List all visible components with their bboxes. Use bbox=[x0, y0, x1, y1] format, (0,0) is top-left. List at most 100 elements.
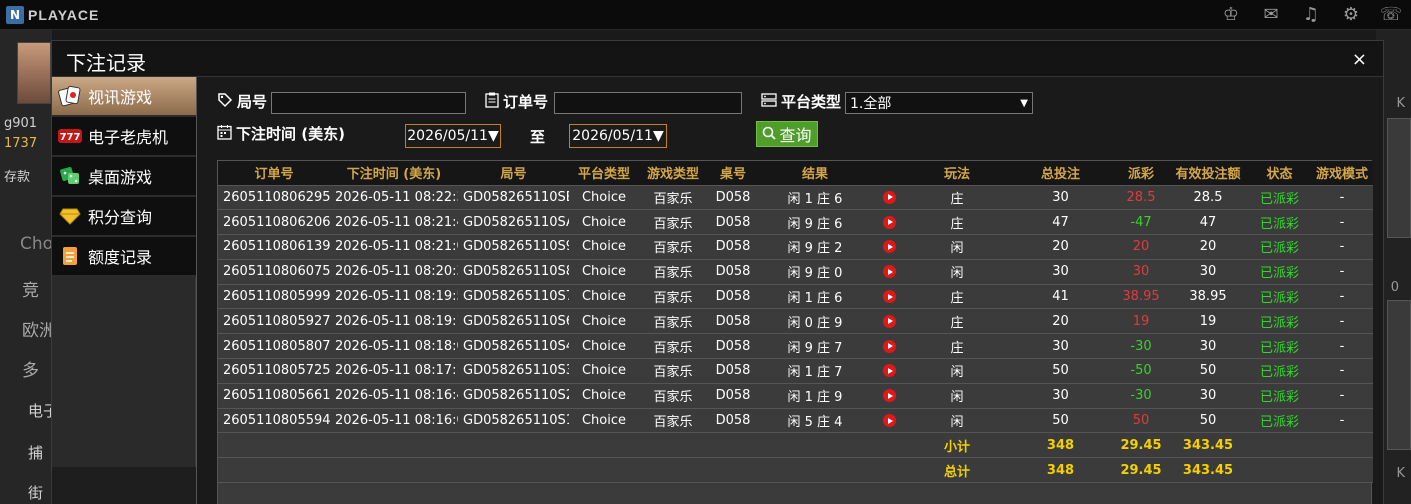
table-cell: GD058265110S4 bbox=[458, 333, 569, 360]
replay-cell bbox=[871, 185, 907, 211]
table-cell: 闲 1 庄 7 bbox=[759, 358, 871, 384]
sidebar-item-label: 电子老虎机 bbox=[88, 128, 169, 147]
table-cell: 已派彩 bbox=[1248, 284, 1311, 310]
play-video-icon[interactable] bbox=[882, 215, 896, 229]
table-cell: 百家乐 bbox=[639, 209, 707, 236]
play-video-icon[interactable] bbox=[882, 290, 896, 304]
bg-right-text-3: K bbox=[1396, 466, 1405, 481]
sidebar-item-credit-record[interactable]: 额度记录 bbox=[52, 237, 196, 277]
table-cell: 已派彩 bbox=[1248, 358, 1311, 384]
gear-icon[interactable]: ⚙ bbox=[1339, 4, 1363, 26]
table-cell: 闲 bbox=[907, 234, 1007, 260]
summary-label: 小计 bbox=[907, 432, 1007, 459]
sidebar-item-label: 桌面游戏 bbox=[88, 168, 153, 187]
date-to-picker[interactable]: 2026/05/11▼ bbox=[569, 124, 667, 148]
search-button[interactable]: 查询 bbox=[756, 121, 818, 147]
round-filter-label: 局号 bbox=[217, 91, 267, 112]
table-cell: GD058265110S7 bbox=[458, 284, 569, 310]
table-cell: 2026-05-11 08:17:18 bbox=[330, 358, 458, 384]
order-label-text: 订单号 bbox=[503, 93, 549, 111]
table-cell: 20 bbox=[1114, 234, 1168, 260]
music-icon[interactable]: ♫ bbox=[1299, 4, 1323, 26]
table-cell: 百家乐 bbox=[639, 383, 707, 409]
tag-icon bbox=[217, 92, 233, 112]
table-cell: Choice bbox=[569, 308, 639, 335]
bg-nav-6: 捕 bbox=[28, 444, 44, 462]
play-video-icon[interactable] bbox=[882, 240, 896, 254]
table-cell: 闲 bbox=[907, 358, 1007, 384]
table-cell: 260511080620663 bbox=[218, 209, 330, 236]
column-header: 玩法 bbox=[907, 161, 1007, 186]
message-icon[interactable]: ☏ bbox=[1379, 4, 1403, 26]
table-cell: Choice bbox=[569, 383, 639, 409]
play-video-icon[interactable] bbox=[882, 265, 896, 279]
replay-cell bbox=[871, 209, 907, 236]
table-cell: GD058265110S1 bbox=[458, 408, 569, 434]
table-cell: 41 bbox=[1007, 284, 1114, 310]
clipboard-icon bbox=[485, 92, 499, 112]
sidebar-item-slots[interactable]: 777 电子老虎机 bbox=[52, 117, 196, 157]
vip-icon[interactable]: ♔ bbox=[1219, 4, 1243, 26]
bet-record-table: 订单号 下注时间 (美东) 局号 平台类型 游戏类型 桌号 结果 玩法 总投注 派彩 有效投注额 状态… bbox=[217, 160, 1373, 504]
column-header: 下注时间 (美东) bbox=[330, 161, 458, 186]
replay-cell bbox=[871, 234, 907, 260]
summary-spacer bbox=[218, 432, 907, 459]
table-cell: 闲 5 庄 4 bbox=[759, 408, 871, 434]
table-cell: Choice bbox=[569, 333, 639, 360]
date-from-picker[interactable]: 2026/05/11▼ bbox=[405, 124, 501, 148]
table-cell: 百家乐 bbox=[639, 358, 707, 384]
play-video-icon[interactable] bbox=[882, 414, 896, 428]
play-video-icon[interactable] bbox=[882, 190, 896, 204]
order-number-input[interactable] bbox=[554, 92, 742, 114]
table-cell: 百家乐 bbox=[639, 308, 707, 335]
table-cell: 2026-05-11 08:19:51 bbox=[330, 284, 458, 310]
table-cell: 260511080566124 bbox=[218, 383, 330, 409]
app-logo[interactable]: N PLAYACE bbox=[6, 6, 99, 24]
platform-type-select[interactable]: 1.全部 ▼ bbox=[845, 92, 1033, 114]
table-cell: 庄 bbox=[907, 333, 1007, 360]
column-header: 平台类型 bbox=[569, 161, 639, 186]
play-video-icon[interactable] bbox=[882, 339, 896, 353]
table-cell: GD058265110SA bbox=[458, 209, 569, 236]
summary-spacer bbox=[1248, 432, 1373, 459]
sidebar-item-label: 视讯游戏 bbox=[88, 88, 153, 107]
summary-label: 总计 bbox=[907, 457, 1007, 484]
table-cell: 已派彩 bbox=[1248, 209, 1311, 236]
table-cell: 已派彩 bbox=[1248, 259, 1311, 285]
table-cell: D058 bbox=[707, 408, 759, 434]
sidebar-item-points[interactable]: 积分查询 bbox=[52, 197, 196, 237]
sidebar-item-table-games[interactable]: 桌面游戏 bbox=[52, 157, 196, 197]
dice-icon bbox=[58, 164, 82, 188]
table-cell: 闲 bbox=[907, 259, 1007, 285]
bg-deposit: 存款 bbox=[4, 170, 31, 185]
table-row: 2605110805927132026-05-11 08:19:13GD0582… bbox=[218, 308, 1373, 335]
chat-icon[interactable]: ✉ bbox=[1259, 4, 1283, 26]
table-cell: 260511080572516 bbox=[218, 358, 330, 384]
table-row: 2605110806139812026-05-11 08:21:09GD0582… bbox=[218, 234, 1373, 260]
table-cell: 已派彩 bbox=[1248, 308, 1311, 335]
play-video-icon[interactable] bbox=[882, 314, 896, 328]
time-label-text: 下注时间 (美东) bbox=[236, 125, 345, 143]
close-button[interactable]: × bbox=[1352, 49, 1367, 70]
table-cell: Choice bbox=[569, 284, 639, 310]
platform-selected-value: 1.全部 bbox=[850, 96, 892, 112]
table-cell: 庄 bbox=[907, 209, 1007, 236]
play-video-icon[interactable] bbox=[882, 364, 896, 378]
table-cell: 20 bbox=[1007, 308, 1114, 335]
sidebar-filler bbox=[52, 277, 196, 467]
table-cell: 260511080592713 bbox=[218, 308, 330, 335]
play-video-icon[interactable] bbox=[882, 389, 896, 403]
table-cell: GD058265110S2 bbox=[458, 383, 569, 409]
table-cell: 50 bbox=[1007, 408, 1114, 434]
round-input[interactable] bbox=[271, 92, 466, 114]
sidebar-item-live-games[interactable]: 视讯游戏 bbox=[52, 77, 196, 117]
slot-777-icon: 777 bbox=[58, 124, 82, 148]
replay-cell bbox=[871, 408, 907, 434]
table-cell: - bbox=[1311, 408, 1373, 434]
table-cell: 2026-05-11 08:20:35 bbox=[330, 259, 458, 285]
table-cell: 百家乐 bbox=[639, 408, 707, 434]
table-cell: 2026-05-11 08:16:05 bbox=[330, 408, 458, 434]
table-cell: 已派彩 bbox=[1248, 185, 1311, 211]
summary-payout: 29.45 bbox=[1114, 457, 1168, 484]
column-header: 总投注 bbox=[1007, 161, 1114, 186]
